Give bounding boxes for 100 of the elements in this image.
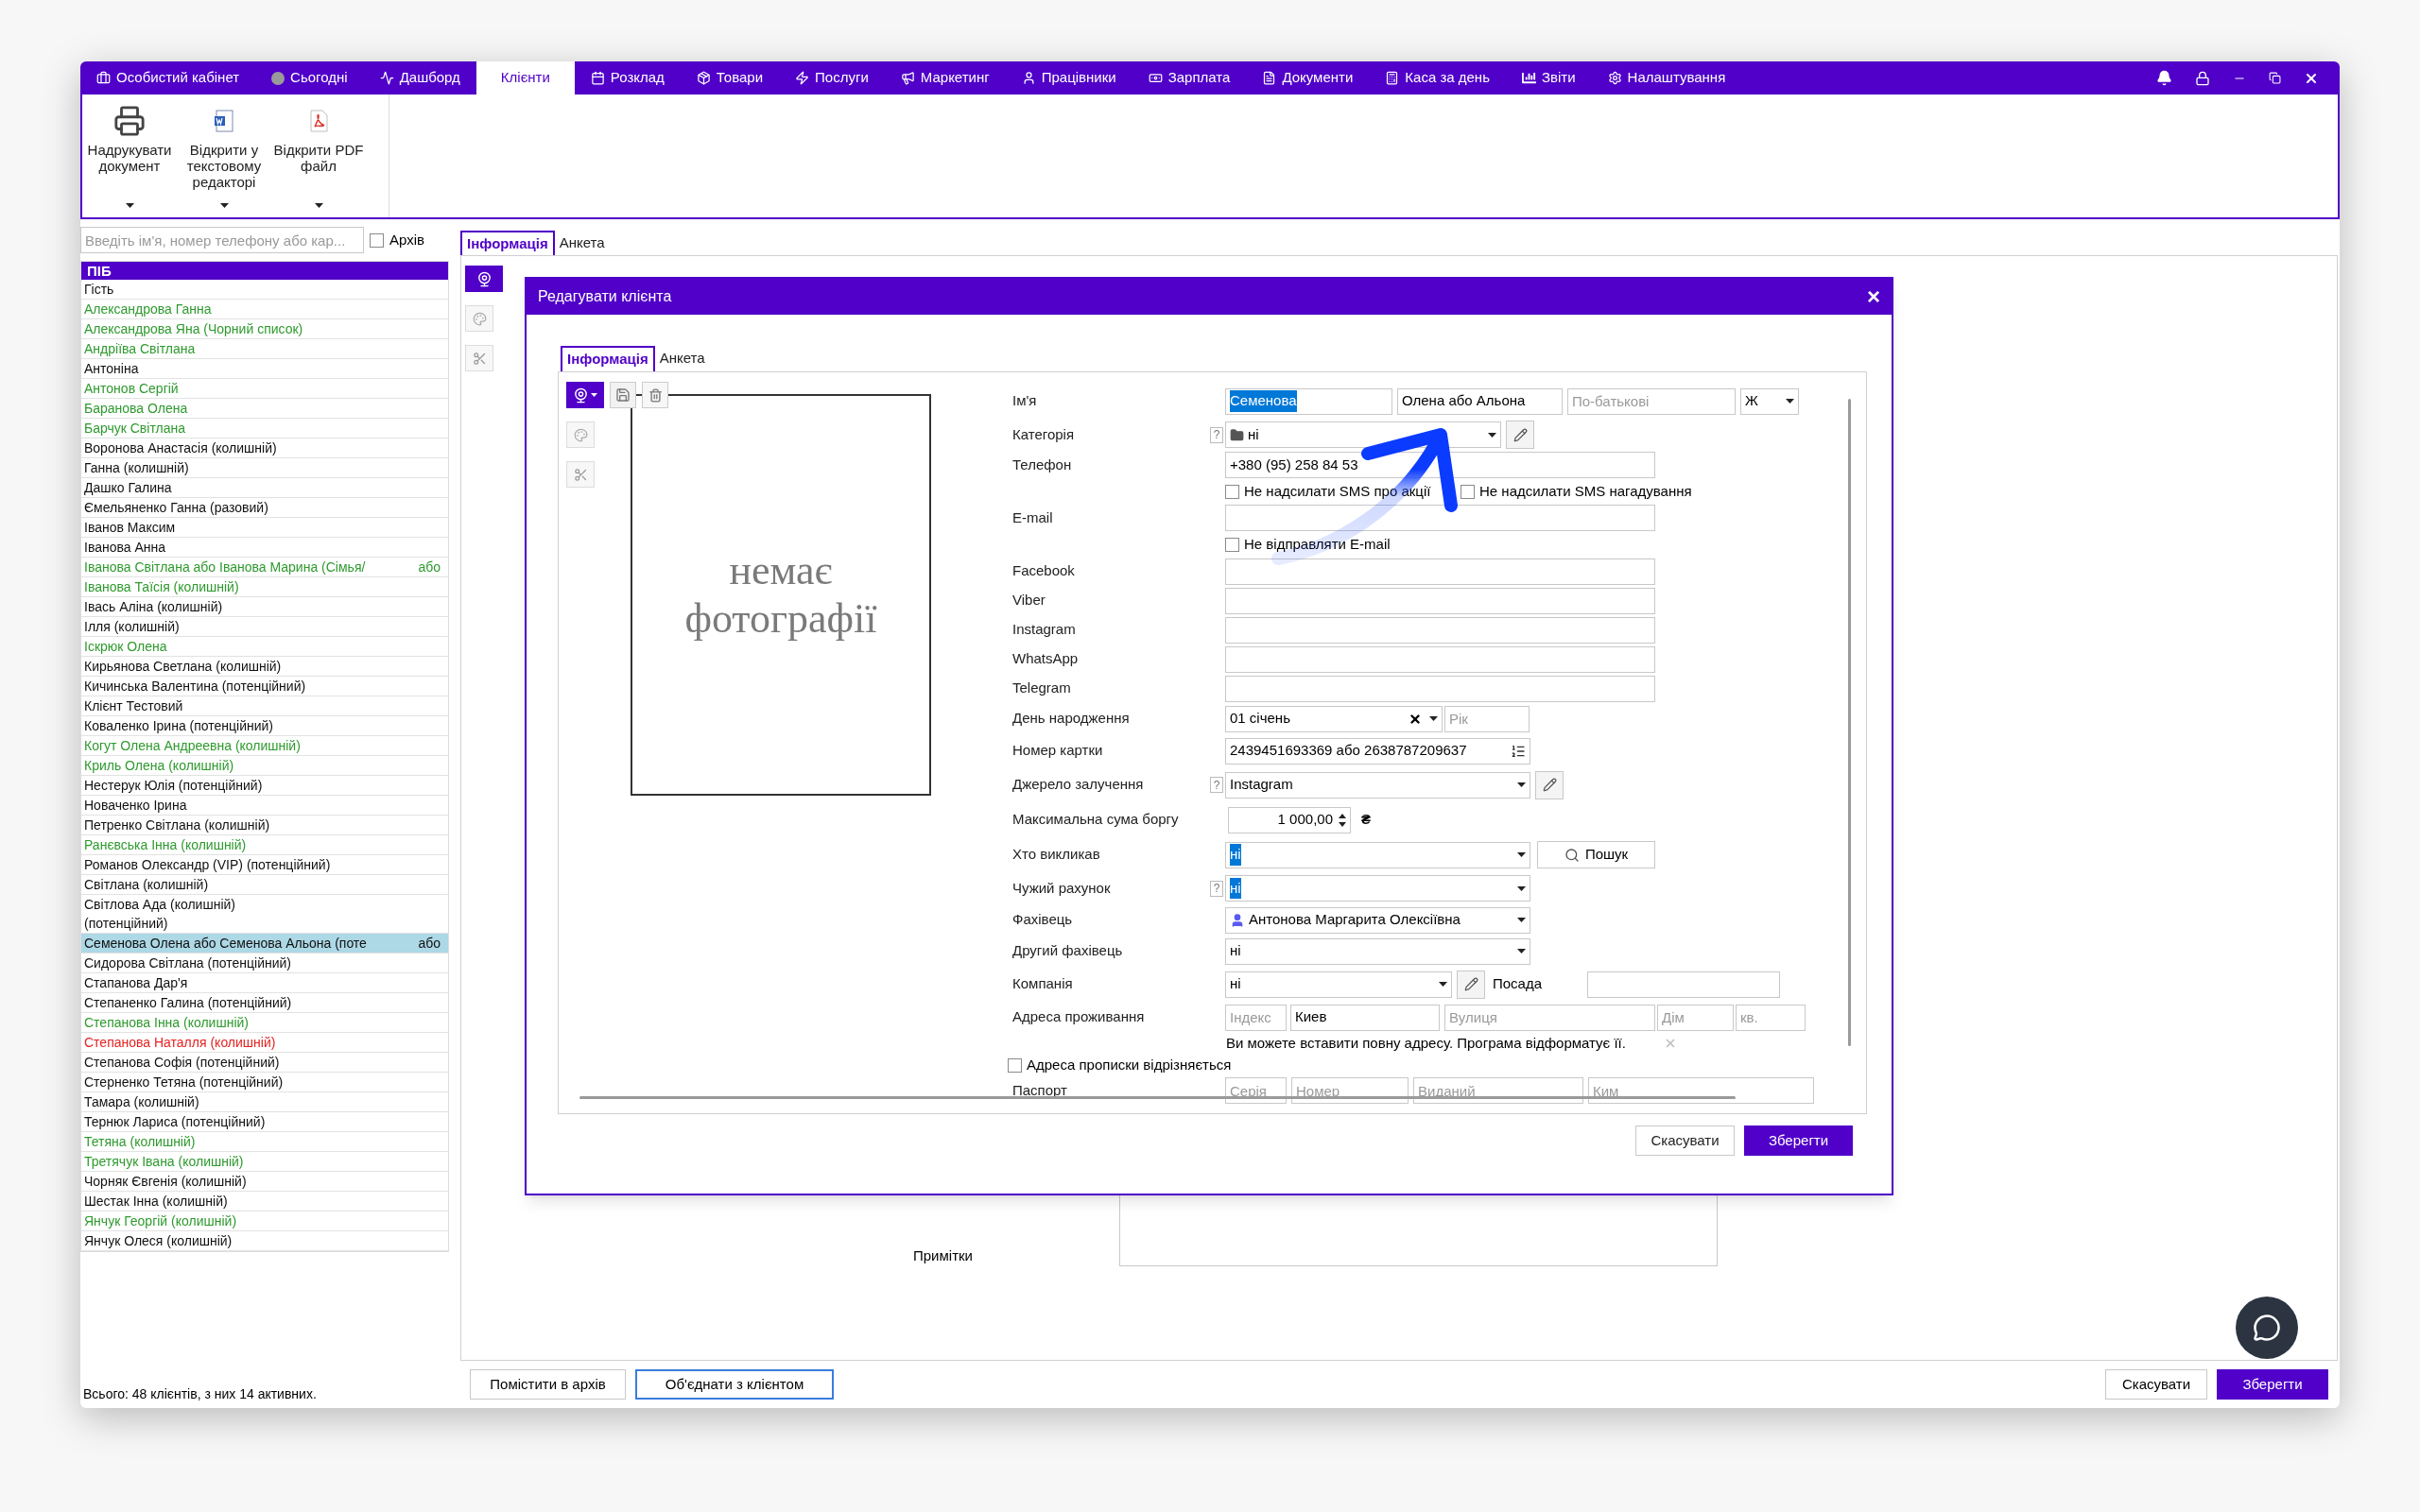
nav-tab[interactable]: Послуги	[779, 61, 885, 94]
bell-icon[interactable]	[2156, 70, 2172, 86]
nav-tab[interactable]: Сьогодні	[255, 61, 364, 94]
client-name: Ілля (колишній)	[84, 618, 180, 636]
spinner-icon[interactable]	[1339, 813, 1346, 827]
client-name: Янчук Олеся (колишній)	[84, 1232, 233, 1250]
help-button[interactable]: ?	[1210, 426, 1223, 443]
dropdown[interactable]: Антонова Маргарита Олексіївна	[1225, 906, 1530, 934]
text-field[interactable]	[1225, 505, 1655, 531]
text-field[interactable]: По-батькові	[1567, 387, 1736, 415]
checkbox[interactable]	[370, 232, 384, 248]
action-button[interactable]: Об'єднати з клієнтом	[635, 1369, 834, 1400]
tab[interactable]: Інформація	[561, 346, 655, 371]
client-row[interactable]: Іванова Світлана або Іванова Марина (Сімья/ або	[81, 558, 448, 577]
text-field[interactable]: Киев	[1290, 1004, 1440, 1031]
tab[interactable]: Анкета	[654, 346, 710, 371]
horizontal-scrollbar[interactable]	[579, 1096, 1736, 1099]
delete-button[interactable]	[642, 382, 668, 408]
nav-tab[interactable]: Розклад	[574, 61, 681, 94]
save-button[interactable]: Зберегти	[2217, 1369, 2328, 1400]
scissors-button[interactable]	[465, 345, 493, 371]
nav-tab[interactable]: Товари	[680, 61, 780, 94]
text-field[interactable]	[1225, 616, 1655, 644]
dropdown[interactable]: ні	[1225, 937, 1530, 965]
scissors-button[interactable]	[566, 461, 595, 488]
dropdown[interactable]: Instagram	[1225, 771, 1530, 799]
cancel-button[interactable]: Скасувати	[2105, 1369, 2207, 1400]
tab[interactable]: Анкета	[554, 231, 610, 255]
text-field[interactable]	[1587, 971, 1780, 998]
save-button[interactable]	[610, 382, 636, 408]
lock-icon[interactable]	[2195, 70, 2210, 86]
ribbon-button[interactable]: Надрукувати документ	[82, 104, 177, 217]
restore-icon[interactable]	[2269, 72, 2281, 84]
checkbox[interactable]	[1225, 537, 1239, 552]
text-field[interactable]: Ким	[1588, 1077, 1814, 1104]
text-field[interactable]: 2439451693369 або 2638787209637	[1225, 737, 1530, 765]
text-field[interactable]: кв.	[1736, 1004, 1806, 1031]
vertical-scrollbar[interactable]	[1848, 399, 1851, 1046]
checkbox[interactable]	[1461, 484, 1475, 499]
date-field[interactable]: 01 січень	[1225, 705, 1443, 732]
client-name: Баранова Олена	[84, 400, 188, 418]
client-row[interactable]: Семенова Олена або Семенова Альона (поте або	[81, 934, 448, 954]
text-field[interactable]: Рік	[1444, 705, 1530, 732]
action-button[interactable]: Помістити в архів	[470, 1369, 626, 1400]
dropdown[interactable]: Ж	[1740, 387, 1799, 415]
text-field[interactable]	[1225, 558, 1655, 585]
clear-icon[interactable]	[1409, 712, 1422, 726]
webcam-button[interactable]	[566, 382, 604, 408]
number-field[interactable]: 1 000,00	[1228, 806, 1351, 833]
close-button[interactable]: ×	[1867, 285, 1880, 308]
nav-tab[interactable]: Каса за день	[1369, 61, 1506, 94]
text-field[interactable]: Семенова	[1225, 387, 1392, 415]
numbered-list-icon[interactable]	[1511, 743, 1526, 759]
search-field[interactable]: Введіть ім'я, номер телефону або кар...	[80, 227, 364, 253]
nav-tab[interactable]: Працівники	[1005, 61, 1132, 94]
field-label: Viber	[1012, 591, 1046, 610]
text-field[interactable]: +380 (95) 258 84 53	[1225, 452, 1655, 478]
caret-icon	[1517, 918, 1526, 922]
text-field[interactable]	[1225, 587, 1655, 614]
calendar-icon	[590, 71, 605, 85]
text-field[interactable]: Індекс	[1225, 1004, 1287, 1031]
caret-icon	[1517, 885, 1526, 891]
text-field[interactable]: Олена або Альона	[1397, 387, 1563, 415]
edit-button[interactable]	[1506, 421, 1534, 449]
text-field[interactable]	[1225, 645, 1655, 673]
text-field[interactable]: Дім	[1657, 1004, 1734, 1031]
trash-icon	[648, 387, 663, 403]
tab[interactable]: Інформація	[460, 231, 555, 255]
nav-tab[interactable]: Особистий кабінет	[80, 61, 256, 94]
nav-tab[interactable]: Дашборд	[363, 61, 476, 94]
palette-button[interactable]	[566, 421, 595, 448]
save-button[interactable]: Зберегти	[1744, 1125, 1853, 1156]
client-name: Александрова Ганна	[84, 301, 212, 318]
text-field[interactable]	[1225, 675, 1655, 702]
nav-tab[interactable]: Звіти	[1505, 61, 1592, 94]
checkbox[interactable]	[1008, 1057, 1022, 1073]
edit-button[interactable]	[1535, 770, 1564, 799]
nav-tab[interactable]: Клієнти	[475, 61, 575, 94]
nav-tab[interactable]: Документи	[1246, 61, 1370, 94]
field-label: Другий фахівець	[1012, 941, 1123, 961]
dropdown[interactable]: ні	[1225, 875, 1530, 902]
dropdown[interactable]: ні	[1225, 971, 1452, 998]
cancel-button[interactable]: Скасувати	[1635, 1125, 1735, 1156]
search-button[interactable]: Пошук	[1537, 841, 1655, 868]
checkbox[interactable]	[1225, 484, 1239, 499]
nav-tab[interactable]: Налаштування	[1591, 61, 1742, 94]
help-button[interactable]: ?	[1210, 880, 1223, 897]
ribbon-button[interactable]: Відкрити PDF файл	[271, 104, 366, 217]
nav-tab[interactable]: Зарплата	[1132, 61, 1247, 94]
edit-button[interactable]	[1457, 970, 1485, 999]
client-name: Третячук Івана (колишній)	[84, 1153, 244, 1171]
help-button[interactable]: ?	[1210, 777, 1223, 793]
client-name: Петренко Світлана (колишній)	[84, 816, 270, 834]
text-field[interactable]: Вулиця	[1444, 1004, 1655, 1031]
palette-button[interactable]	[465, 305, 493, 332]
ribbon-button[interactable]: Відкрити у текстовому редакторі	[177, 104, 271, 217]
dropdown[interactable]: ні	[1225, 841, 1530, 868]
nav-tab[interactable]: Маркетинг	[884, 61, 1006, 94]
client-name: Антонов Сергій	[84, 380, 179, 398]
webcam-button[interactable]	[465, 266, 503, 292]
